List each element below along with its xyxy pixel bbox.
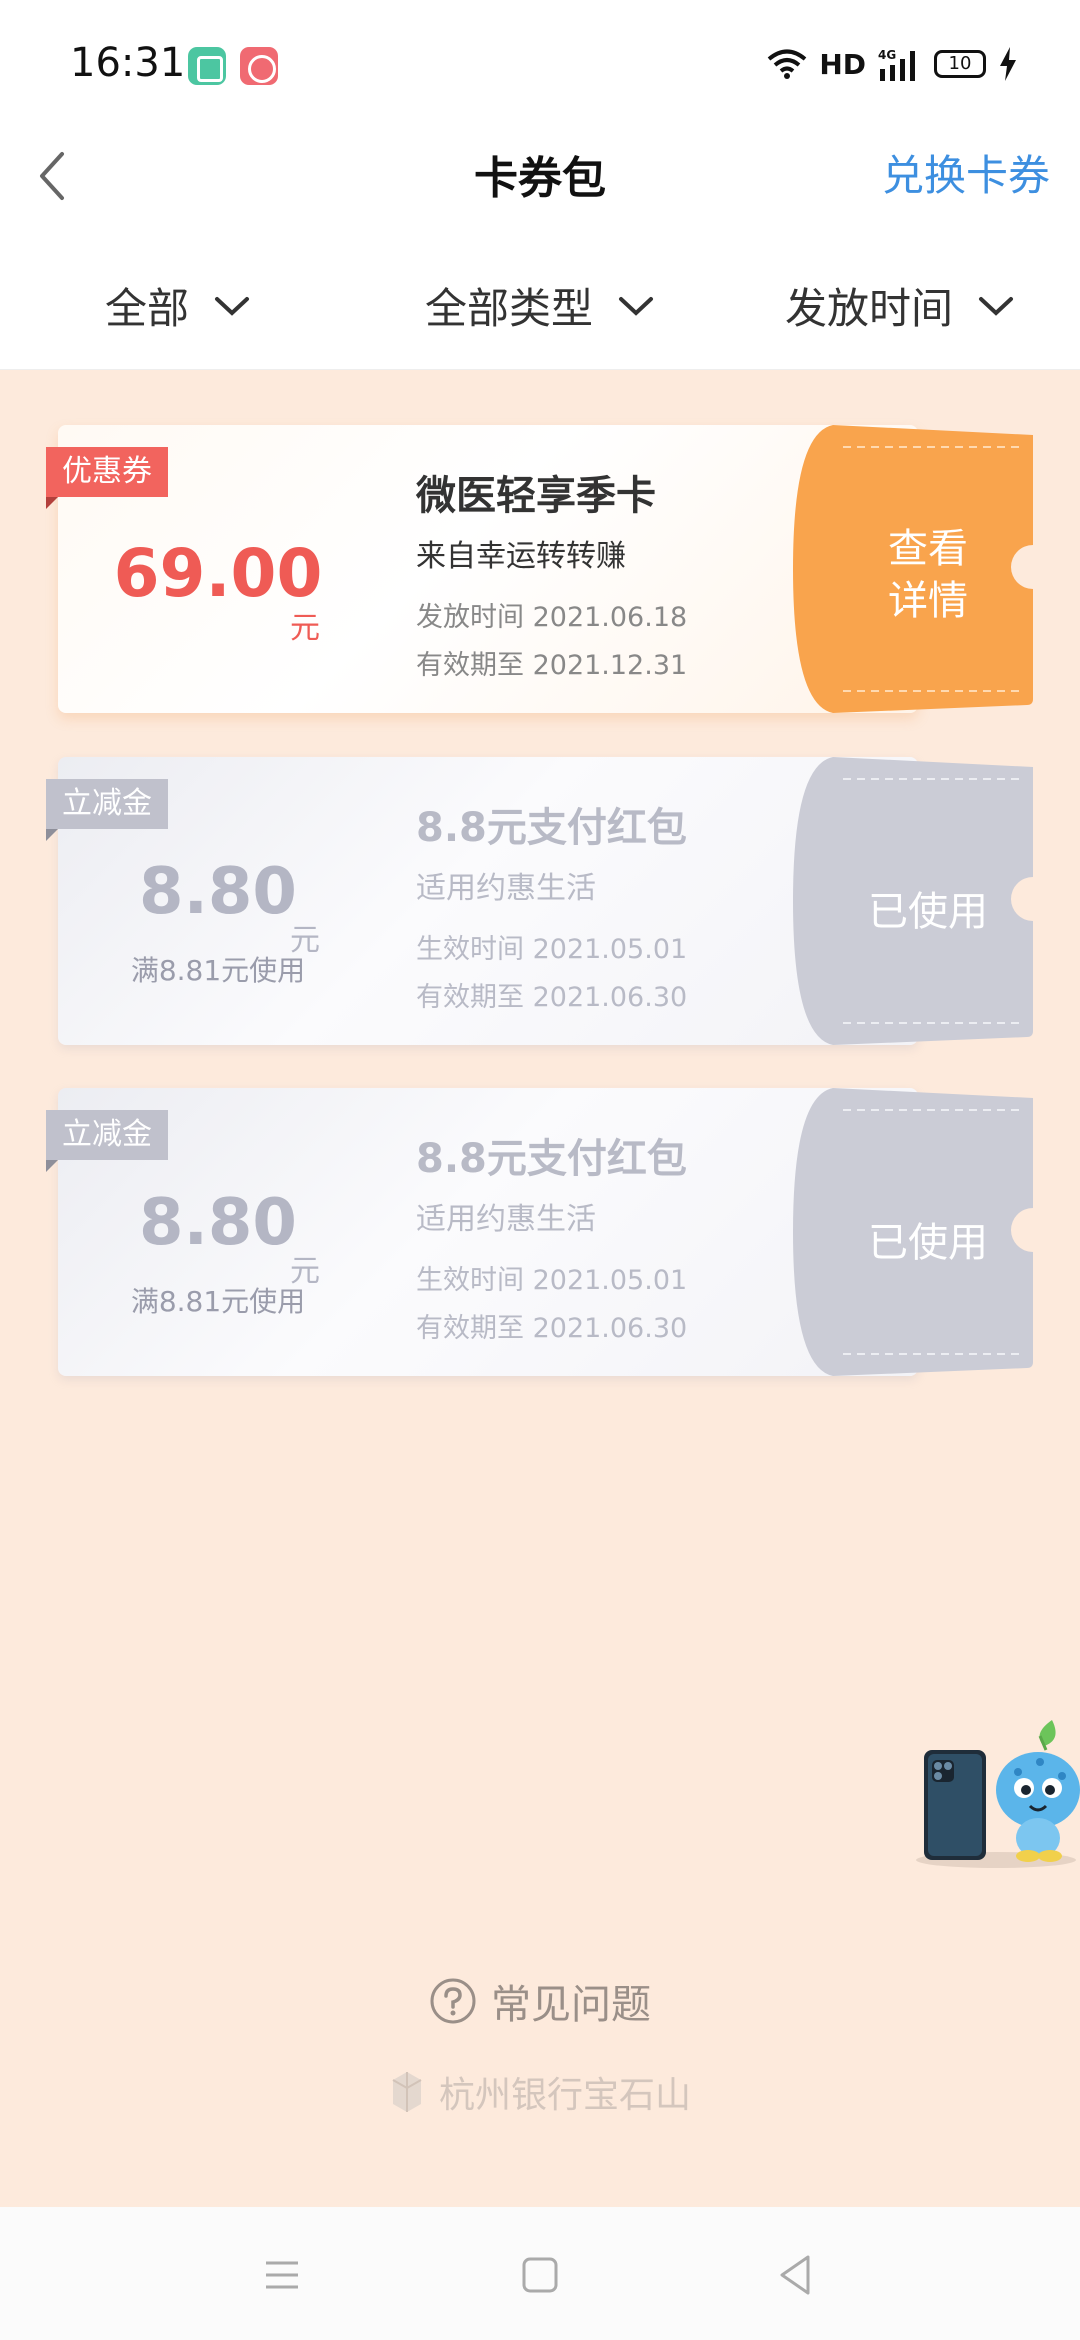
nav-header: 卡券包 兑换卡券: [0, 130, 1080, 245]
coupon-effective-date: 生效时间 2021.05.01: [416, 934, 688, 965]
video-app-notification-icon: [240, 47, 278, 85]
bank-logo-icon: [392, 2072, 422, 2112]
coupon-card[interactable]: 已使用 立减金 8.80 元 满8.81元使用 8.8元支付红包 适用约惠生活 …: [46, 757, 1033, 1045]
system-nav-bar: [0, 2207, 1080, 2340]
filter-status-dropdown[interactable]: 全部: [105, 275, 251, 336]
redeem-coupon-button[interactable]: 兑换卡券: [882, 142, 1050, 203]
chevron-down-icon: [215, 296, 250, 316]
chevron-down-icon: [619, 296, 654, 316]
coupon-source: 来自幸运转转赚: [416, 539, 626, 574]
menu-icon[interactable]: [252, 2245, 312, 2305]
faq-label: 常见问题: [491, 1982, 651, 2028]
coupon-expiry-date: 有效期至 2021.12.31: [416, 650, 688, 681]
faq-link[interactable]: 常见问题: [0, 1972, 1080, 2030]
coupon-source: 适用约惠生活: [416, 1202, 596, 1237]
coupon-type-badge: 优惠券: [46, 447, 168, 509]
used-status-label: 已使用: [868, 889, 988, 935]
coupon-amount-unit: 元: [290, 611, 320, 646]
svg-text:4G: 4G: [878, 48, 896, 62]
coupon-title: 8.8元支付红包: [416, 1136, 687, 1182]
coupon-type-badge: 立减金: [46, 779, 168, 841]
view-details-button[interactable]: 查看 详情: [823, 523, 1033, 627]
mascot-promo-icon[interactable]: [912, 1710, 1080, 1870]
bank-branding: 杭州银行宝石山: [0, 2066, 1080, 2118]
coupon-title: 微医轻享季卡: [416, 473, 656, 519]
coupon-title: 8.8元支付红包: [416, 805, 687, 851]
coupon-min-spend: 满8.81元使用: [130, 1285, 306, 1318]
filter-type-dropdown[interactable]: 全部类型: [425, 275, 655, 336]
coupon-amount: 8.80: [139, 855, 297, 929]
coupon-amount: 69.00: [113, 535, 323, 612]
filter-time-dropdown[interactable]: 发放时间: [785, 275, 1015, 336]
coupon-expiry-date: 有效期至 2021.06.30: [416, 1313, 688, 1344]
coupon-min-spend: 满8.81元使用: [130, 954, 306, 987]
coupon-issue-date: 发放时间 2021.06.18: [416, 602, 688, 633]
back-triangle-icon[interactable]: [766, 2245, 826, 2305]
filter-type-label: 全部类型: [425, 284, 594, 333]
filter-time-label: 发放时间: [785, 284, 954, 333]
coupon-card[interactable]: 查看 详情 优惠券 69.00 元 微医轻享季卡 来自幸运转转赚 发放时间 20…: [46, 425, 1033, 713]
home-icon[interactable]: [510, 2245, 570, 2305]
coupon-source: 适用约惠生活: [416, 871, 596, 906]
status-time: 16:31: [70, 40, 186, 86]
battery-icon: 10: [934, 50, 986, 78]
coupon-effective-date: 生效时间 2021.05.01: [416, 1265, 688, 1296]
coupon-expiry-date: 有效期至 2021.06.30: [416, 982, 688, 1013]
status-bar: 16:31 HD 4G 10: [0, 0, 1080, 130]
used-status-label: 已使用: [868, 1220, 988, 1266]
app-notification-icon: [188, 47, 226, 85]
charging-bolt-icon: [1000, 47, 1016, 81]
coupon-amount: 8.80: [139, 1186, 297, 1260]
status-indicators: HD 4G 10: [767, 44, 1018, 84]
signal-4g-icon: 4G: [878, 48, 915, 81]
chevron-down-icon: [979, 296, 1014, 316]
wifi-icon: [768, 49, 807, 79]
filter-bar: 全部 全部类型 发放时间: [0, 245, 1080, 370]
network-type-label: HD: [819, 47, 866, 81]
coupon-card[interactable]: 已使用 立减金 8.80 元 满8.81元使用 8.8元支付红包 适用约惠生活 …: [46, 1088, 1033, 1376]
question-circle-icon: [430, 1978, 476, 2024]
filter-status-label: 全部: [105, 284, 190, 333]
bank-name: 杭州银行宝石山: [438, 2075, 691, 2116]
coupon-type-badge: 立减金: [46, 1110, 168, 1172]
